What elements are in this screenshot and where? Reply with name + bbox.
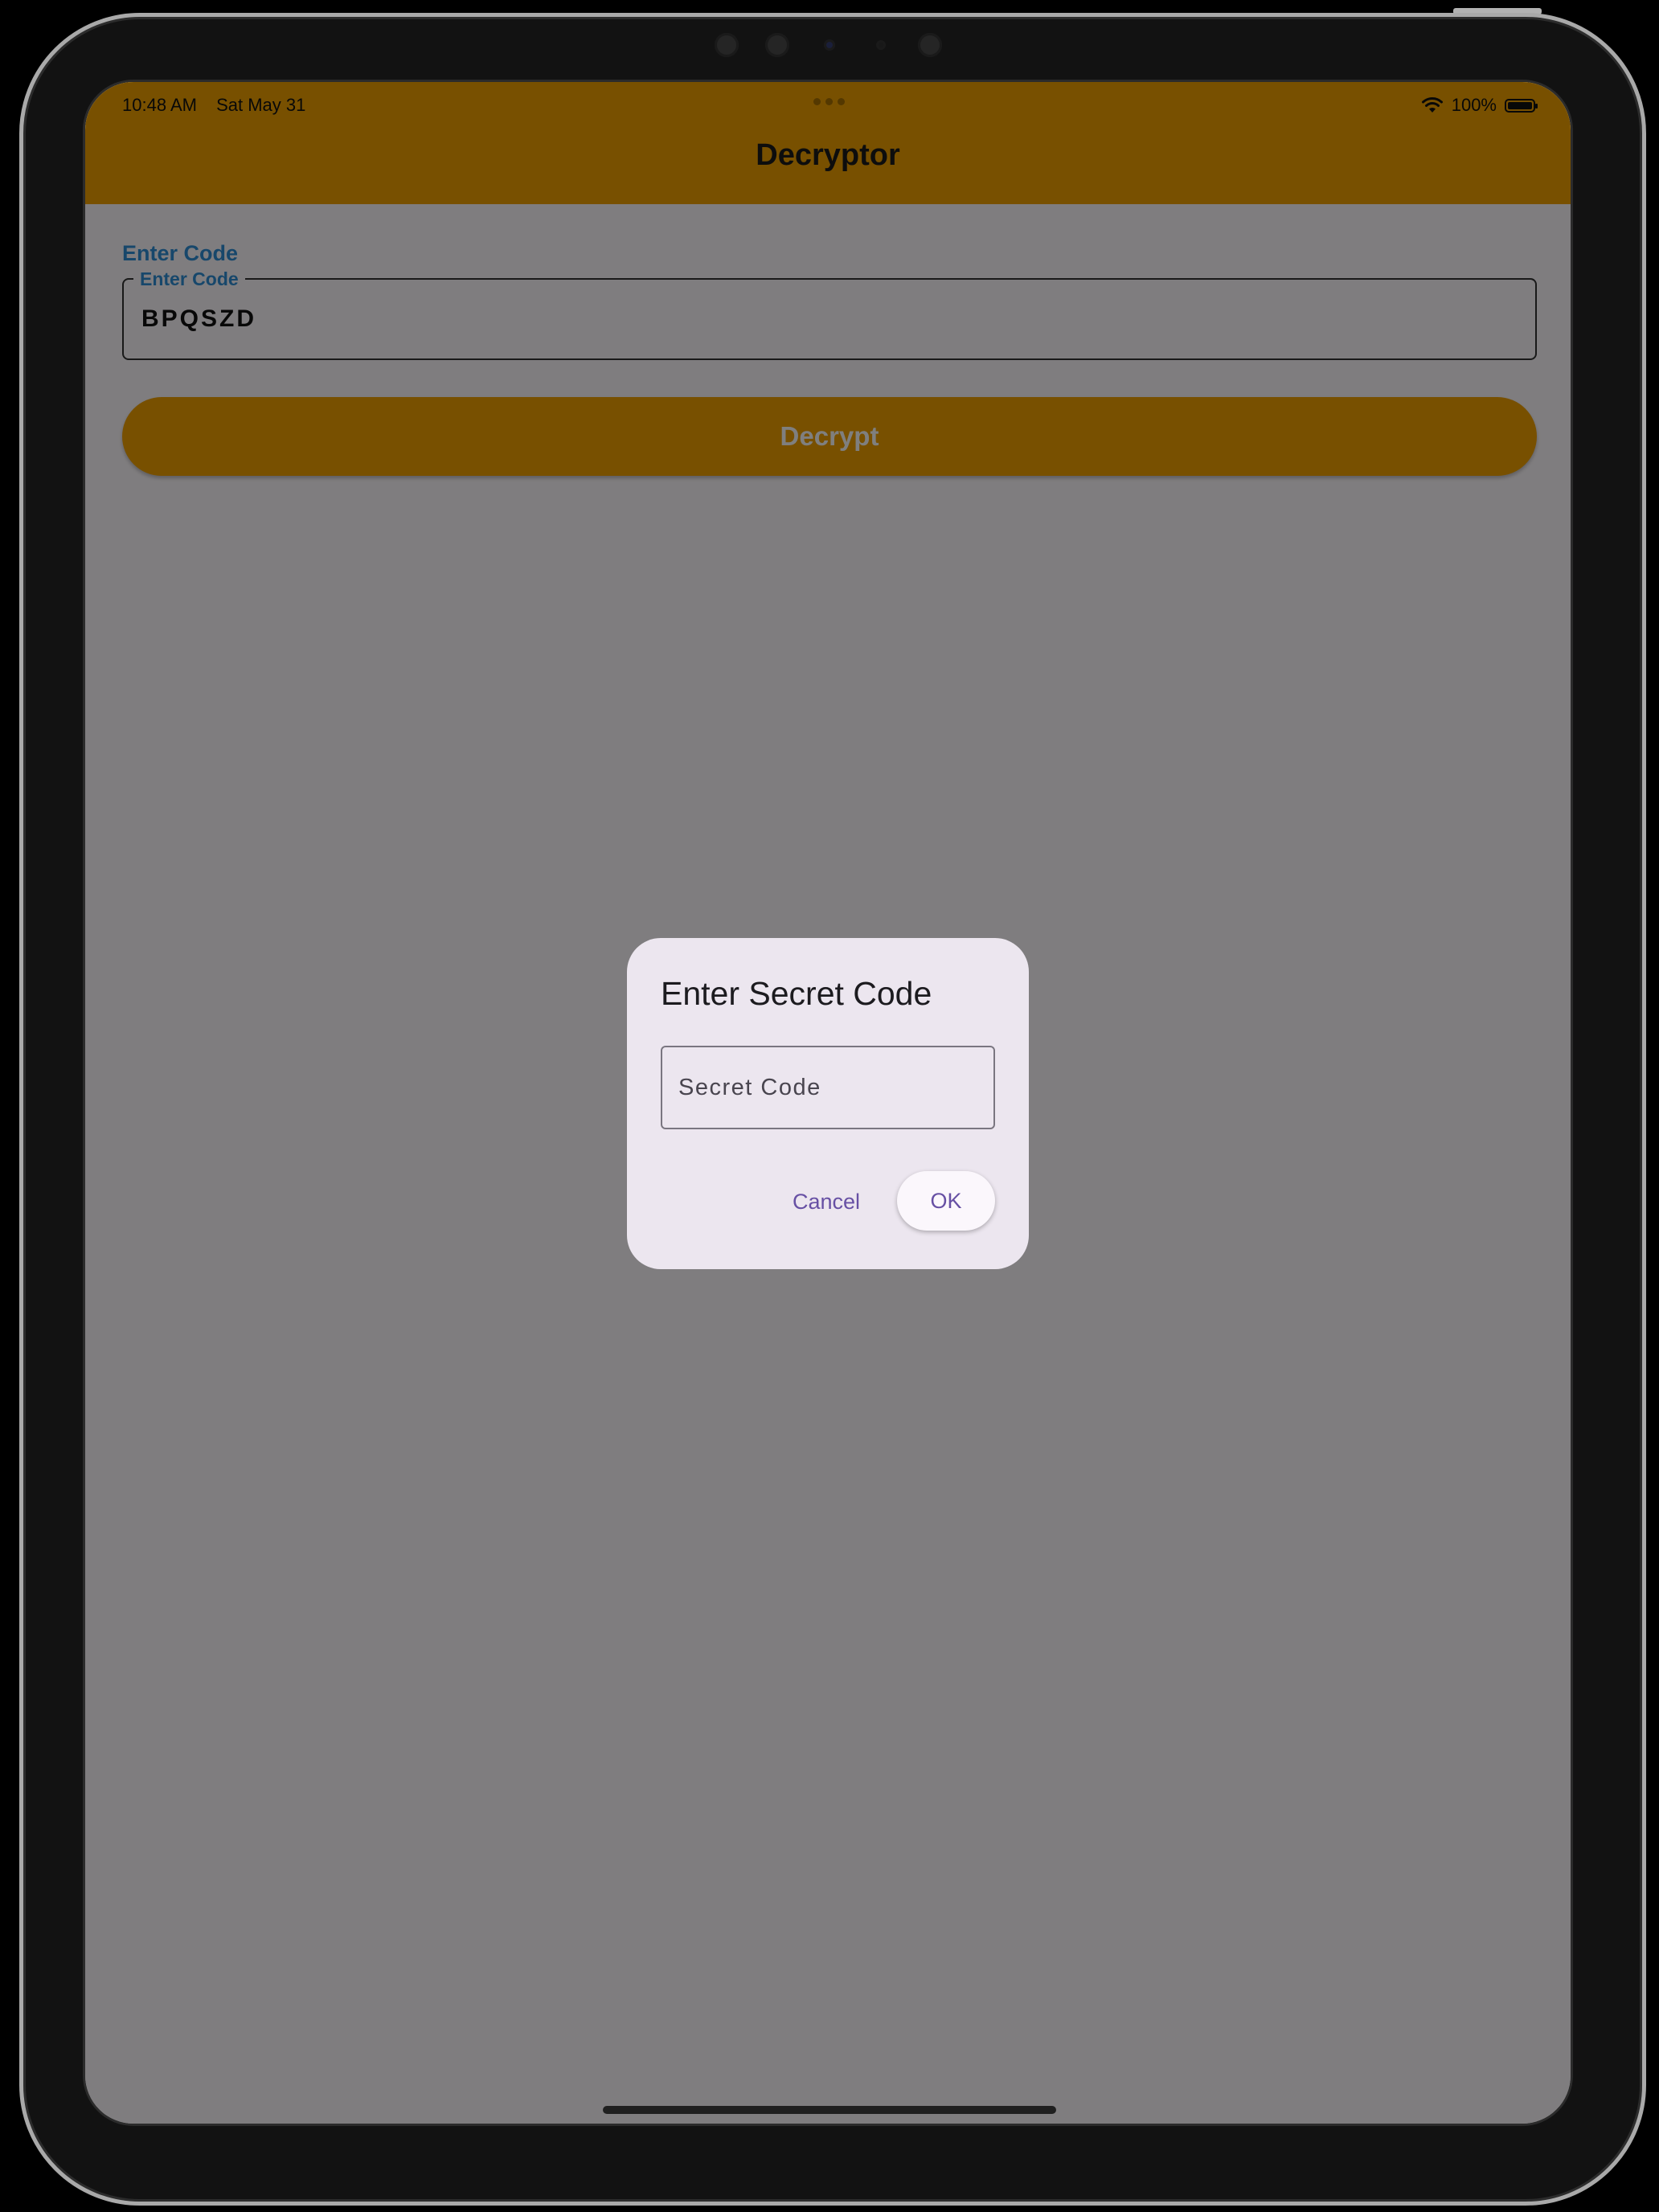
sensor-dot <box>876 40 886 50</box>
secret-code-input[interactable] <box>661 1046 995 1129</box>
secret-code-dialog: Enter Secret Code Cancel OK <box>627 938 1029 1269</box>
home-indicator[interactable] <box>603 2106 1056 2114</box>
sensor-dot <box>715 33 739 57</box>
dialog-title: Enter Secret Code <box>661 975 932 1012</box>
camera-lens <box>824 39 835 51</box>
sensor-dot <box>918 33 942 57</box>
ok-button[interactable]: OK <box>897 1171 995 1231</box>
screen: 10:48 AM Sat May 31 100% Decryptor Enter… <box>85 82 1571 2124</box>
cancel-button[interactable]: Cancel <box>788 1173 865 1231</box>
sensor-dot <box>765 33 789 57</box>
